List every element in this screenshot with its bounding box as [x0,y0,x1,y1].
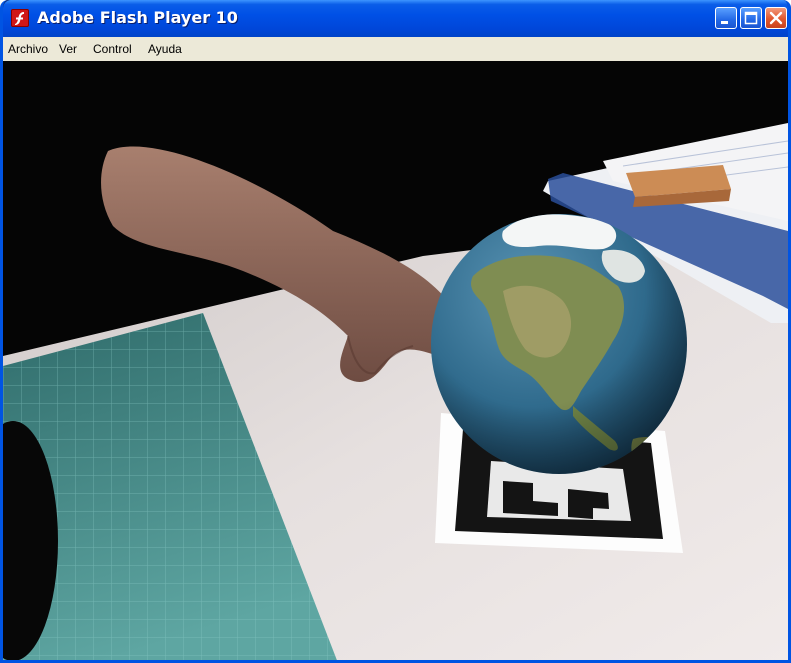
flash-player-window: Adobe Flash Player 10 Archivo Ver Contro… [0,0,791,663]
menu-control[interactable]: Control [93,42,132,56]
close-button[interactable] [765,7,787,29]
menu-archivo[interactable]: Archivo [8,42,48,56]
window-title: Adobe Flash Player 10 [37,8,238,27]
maximize-icon [744,11,758,25]
menu-ayuda[interactable]: Ayuda [148,42,182,56]
title-bar[interactable]: Adobe Flash Player 10 [3,0,788,37]
flash-player-icon[interactable] [11,9,29,27]
flash-stage[interactable] [3,61,788,660]
maximize-button[interactable] [740,7,762,29]
ar-camera-scene [3,61,788,660]
menu-bar: Archivo Ver Control Ayuda [3,37,788,61]
minimize-icon [721,21,728,24]
minimize-button[interactable] [715,7,737,29]
menu-ver[interactable]: Ver [59,42,77,56]
close-icon [769,11,783,25]
